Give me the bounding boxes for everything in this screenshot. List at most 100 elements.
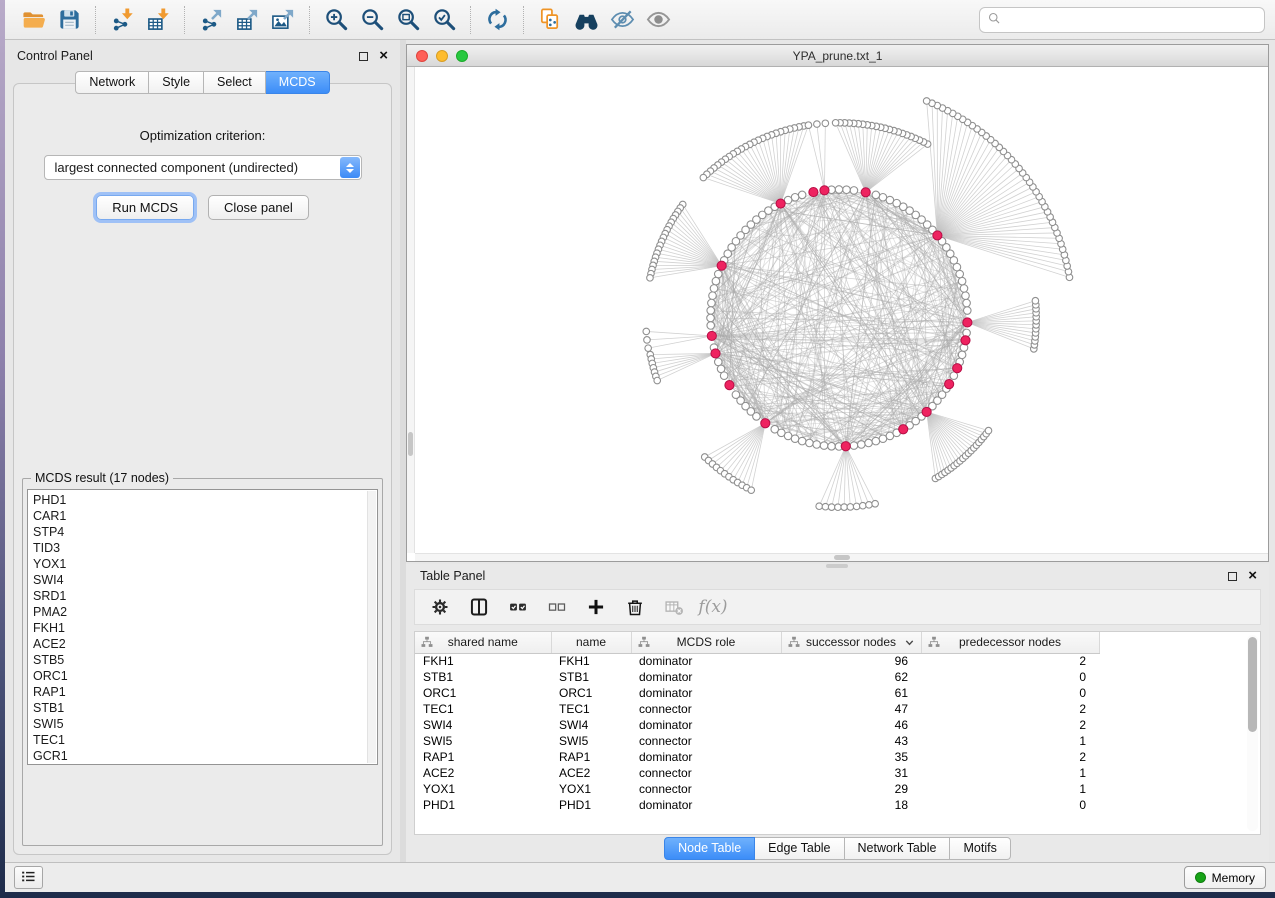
function-builder-icon: f(x) <box>698 597 727 617</box>
import-network-button[interactable] <box>104 4 140 36</box>
node-table-row[interactable]: FKH1FKH1dominator962 <box>415 653 1099 669</box>
show-all-icon <box>646 7 671 32</box>
tab-motifs[interactable]: Motifs <box>950 837 1010 860</box>
export-image-button[interactable] <box>265 4 301 36</box>
column-header-successor-nodes[interactable]: successor nodes <box>781 632 921 653</box>
node-table-row[interactable]: ACE2ACE2connector311 <box>415 765 1099 781</box>
memory-button[interactable]: Memory <box>1184 866 1266 889</box>
node-table-row[interactable]: TEC1TEC1connector472 <box>415 701 1099 717</box>
control-panel-title: Control Panel <box>17 49 93 63</box>
status-list-button[interactable] <box>14 866 43 889</box>
cell-mcds-role: connector <box>631 765 781 781</box>
network-graph[interactable] <box>407 67 1268 561</box>
tab-select[interactable]: Select <box>204 71 266 94</box>
node-table-row[interactable]: PHD1PHD1dominator180 <box>415 797 1099 813</box>
table-mode-gear-button[interactable] <box>425 593 455 621</box>
cell-successor-nodes: 62 <box>781 669 921 685</box>
node-table-row[interactable]: SWI5SWI5connector431 <box>415 733 1099 749</box>
close-panel-icon[interactable]: × <box>379 51 388 61</box>
control-panel-tabbar: NetworkStyleSelectMCDS <box>5 71 400 94</box>
close-table-panel-icon[interactable]: × <box>1248 571 1257 581</box>
mcds-result-list[interactable]: PHD1CAR1STP4TID3YOX1SWI4SRD1PMA2FKH1ACE2… <box>27 489 378 765</box>
duplicate-network-button[interactable] <box>532 4 568 36</box>
node-table-row[interactable]: SWI4SWI4dominator462 <box>415 717 1099 733</box>
node-table-row[interactable]: ORC1ORC1dominator610 <box>415 685 1099 701</box>
cell-mcds-role: connector <box>631 733 781 749</box>
mcds-result-item[interactable]: FKH1 <box>33 620 365 636</box>
mcds-result-item[interactable]: PHD1 <box>33 492 365 508</box>
hide-selected-button[interactable] <box>604 4 640 36</box>
network-hscroll-thumb[interactable] <box>834 555 850 560</box>
mcds-result-item[interactable]: TEC1 <box>33 732 365 748</box>
cell-mcds-role: dominator <box>631 717 781 733</box>
mcds-result-item[interactable]: CAR1 <box>33 508 365 524</box>
tab-style[interactable]: Style <box>149 71 204 94</box>
mcds-result-title: MCDS result (17 nodes) <box>31 471 173 485</box>
criterion-select[interactable]: largest connected component (undirected) <box>44 155 362 180</box>
mcds-result-item[interactable]: SWI4 <box>33 572 365 588</box>
column-header-name[interactable]: name <box>551 632 631 653</box>
select-all-rows-button[interactable] <box>503 593 533 621</box>
float-window-icon[interactable] <box>359 52 368 61</box>
mcds-result-item[interactable]: ORC1 <box>33 668 365 684</box>
mcds-result-item[interactable]: ACE2 <box>33 636 365 652</box>
table-scroll-thumb[interactable] <box>1248 637 1257 732</box>
table-scrollbar[interactable] <box>1247 635 1258 831</box>
table-panel-splitter-handle[interactable] <box>826 564 848 568</box>
mcds-result-item[interactable]: YOX1 <box>33 556 365 572</box>
mcds-result-item[interactable]: STB1 <box>33 700 365 716</box>
export-table-button[interactable] <box>229 4 265 36</box>
mcds-result-item[interactable]: GCR1 <box>33 748 365 764</box>
mcds-result-item[interactable]: PMA2 <box>33 604 365 620</box>
zoom-fit-button[interactable] <box>390 4 426 36</box>
run-mcds-button[interactable]: Run MCDS <box>96 195 194 220</box>
column-header-shared-name[interactable]: shared name <box>415 632 551 653</box>
tab-mcds[interactable]: MCDS <box>266 71 330 94</box>
show-all-button[interactable] <box>640 4 676 36</box>
node-table-row[interactable]: RAP1RAP1dominator352 <box>415 749 1099 765</box>
tab-network-table[interactable]: Network Table <box>845 837 951 860</box>
node-table-row[interactable]: STB1STB1dominator620 <box>415 669 1099 685</box>
show-columns-button[interactable] <box>464 593 494 621</box>
mcds-result-item[interactable]: STP4 <box>33 524 365 540</box>
cell-shared-name: STB1 <box>415 669 551 685</box>
tab-edge-table[interactable]: Edge Table <box>755 837 844 860</box>
float-table-panel-icon[interactable] <box>1228 572 1237 581</box>
tab-network[interactable]: Network <box>75 71 149 94</box>
column-header-predecessor-nodes[interactable]: predecessor nodes <box>921 632 1099 653</box>
first-neighbors-button[interactable] <box>568 4 604 36</box>
zoom-window-icon[interactable] <box>456 50 468 62</box>
zoom-in-button[interactable] <box>318 4 354 36</box>
search-box[interactable] <box>979 7 1265 33</box>
import-table-button[interactable] <box>140 4 176 36</box>
zoom-selected-icon <box>432 7 457 32</box>
zoom-out-button[interactable] <box>354 4 390 36</box>
workspace-area: YPA_prune.txt_1 <box>406 40 1275 862</box>
mcds-result-item[interactable]: RAP1 <box>33 684 365 700</box>
delete-columns-button[interactable] <box>620 593 650 621</box>
search-input[interactable] <box>1006 13 1257 27</box>
column-header-mcds-role[interactable]: MCDS role <box>631 632 781 653</box>
minimize-window-icon[interactable] <box>436 50 448 62</box>
mcds-result-item[interactable]: SWI5 <box>33 716 365 732</box>
close-panel-button[interactable]: Close panel <box>208 195 309 220</box>
mcds-result-item[interactable]: SRD1 <box>33 588 365 604</box>
network-vscroll-thumb[interactable] <box>408 432 413 456</box>
create-column-button[interactable] <box>581 593 611 621</box>
mcds-result-item[interactable]: TID3 <box>33 540 365 556</box>
network-canvas[interactable] <box>407 67 1268 561</box>
mcds-result-item[interactable]: STB5 <box>33 652 365 668</box>
cell-mcds-role: dominator <box>631 669 781 685</box>
network-horizontal-scrollbar[interactable] <box>415 553 1268 561</box>
save-session-button[interactable] <box>51 4 87 36</box>
apply-layout-button[interactable] <box>479 4 515 36</box>
node-table-row[interactable]: YOX1YOX1connector291 <box>415 781 1099 797</box>
zoom-selected-button[interactable] <box>426 4 462 36</box>
network-vertical-scrollbar[interactable] <box>407 67 415 553</box>
close-window-icon[interactable] <box>416 50 428 62</box>
export-network-button[interactable] <box>193 4 229 36</box>
tab-node-table[interactable]: Node Table <box>664 837 755 860</box>
result-list-scrollbar[interactable] <box>367 491 376 763</box>
deselect-all-rows-button[interactable] <box>542 593 572 621</box>
open-file-button[interactable] <box>15 4 51 36</box>
